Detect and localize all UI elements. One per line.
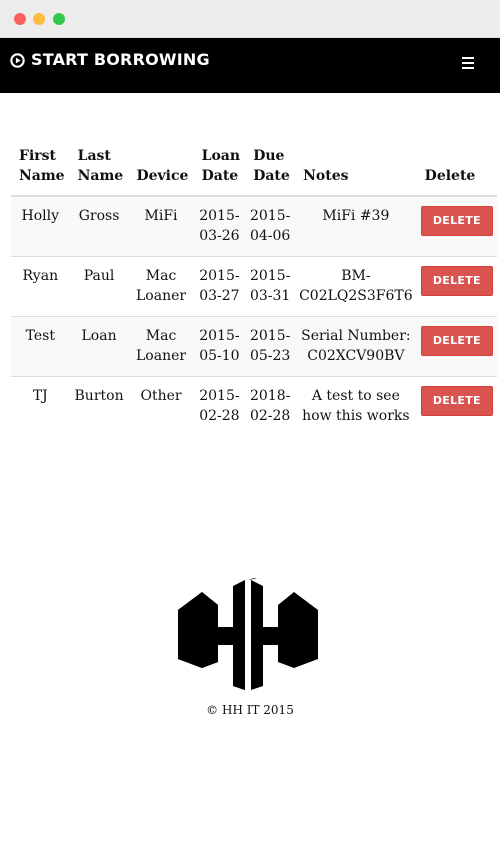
loans-table-container: First Name Last Name Device Loan Date Du… (11, 142, 497, 436)
loans-table: First Name Last Name Device Loan Date Du… (11, 142, 497, 436)
window-maximize-button[interactable] (53, 13, 65, 25)
hh-logo-icon (178, 578, 318, 690)
window-titlebar (0, 0, 500, 38)
cell-device: Mac Loaner (128, 256, 194, 317)
window-close-button[interactable] (14, 13, 26, 25)
cell-delete: DELETE (416, 376, 497, 436)
cell-loan-date: 2015-03-26 (193, 195, 246, 257)
cell-device: Mac Loaner (128, 316, 194, 377)
table-row: TJ Burton Other 2015-02-28 2018-02-28 A … (11, 376, 497, 436)
table-header: First Name Last Name Device Loan Date Du… (11, 142, 497, 197)
header-device: Device (128, 142, 194, 197)
play-circle-icon (10, 52, 25, 68)
delete-button[interactable]: DELETE (420, 206, 493, 236)
cell-loan-date: 2015-03-27 (193, 256, 246, 317)
cell-due-date: 2015-04-06 (245, 195, 296, 257)
cell-notes: MiFi #39 (295, 195, 417, 257)
cell-device: MiFi (128, 195, 194, 257)
header-last-name: Last Name (69, 142, 129, 197)
header-due-date: Due Date (245, 142, 296, 197)
cell-loan-date: 2015-02-28 (193, 376, 246, 436)
copyright-text: © HH IT 2015 (206, 703, 294, 717)
cell-notes: Serial Number: C02XCV90BV (295, 316, 417, 377)
cell-device: Other (128, 376, 194, 436)
cell-first-name: Holly (11, 195, 70, 257)
header-loan-date: Loan Date (193, 142, 246, 197)
brand-title: START BORROWING (31, 50, 210, 69)
cell-loan-date: 2015-05-10 (193, 316, 246, 377)
cell-notes: A test to see how this works (295, 376, 417, 436)
hamburger-menu-icon[interactable] (462, 57, 476, 71)
table-row: Test Loan Mac Loaner 2015-05-10 2015-05-… (11, 316, 497, 377)
cell-last-name: Loan (69, 316, 129, 377)
delete-button[interactable]: DELETE (420, 266, 493, 296)
delete-button[interactable]: DELETE (420, 326, 493, 356)
cell-delete: DELETE (416, 256, 497, 317)
cell-notes: BM-C02LQ2S3F6T6 (295, 256, 417, 317)
cell-due-date: 2015-05-23 (245, 316, 296, 377)
header-notes: Notes (295, 142, 417, 197)
cell-delete: DELETE (416, 195, 497, 257)
cell-first-name: Ryan (11, 256, 70, 317)
cell-first-name: Test (11, 316, 70, 377)
table-body: Holly Gross MiFi 2015-03-26 2015-04-06 M… (11, 195, 497, 436)
delete-button[interactable]: DELETE (420, 386, 493, 416)
brand-link[interactable]: START BORROWING (10, 51, 210, 69)
navbar: START BORROWING (0, 38, 500, 93)
window-minimize-button[interactable] (33, 13, 45, 25)
cell-due-date: 2015-03-31 (245, 256, 296, 317)
table-row: Holly Gross MiFi 2015-03-26 2015-04-06 M… (11, 195, 497, 257)
cell-last-name: Paul (69, 256, 129, 317)
cell-first-name: TJ (11, 376, 70, 436)
cell-delete: DELETE (416, 316, 497, 377)
header-first-name: First Name (11, 142, 70, 197)
cell-due-date: 2018-02-28 (245, 376, 296, 436)
table-row: Ryan Paul Mac Loaner 2015-03-27 2015-03-… (11, 256, 497, 317)
header-delete: Delete (416, 142, 497, 197)
cell-last-name: Gross (69, 195, 129, 257)
cell-last-name: Burton (69, 376, 129, 436)
